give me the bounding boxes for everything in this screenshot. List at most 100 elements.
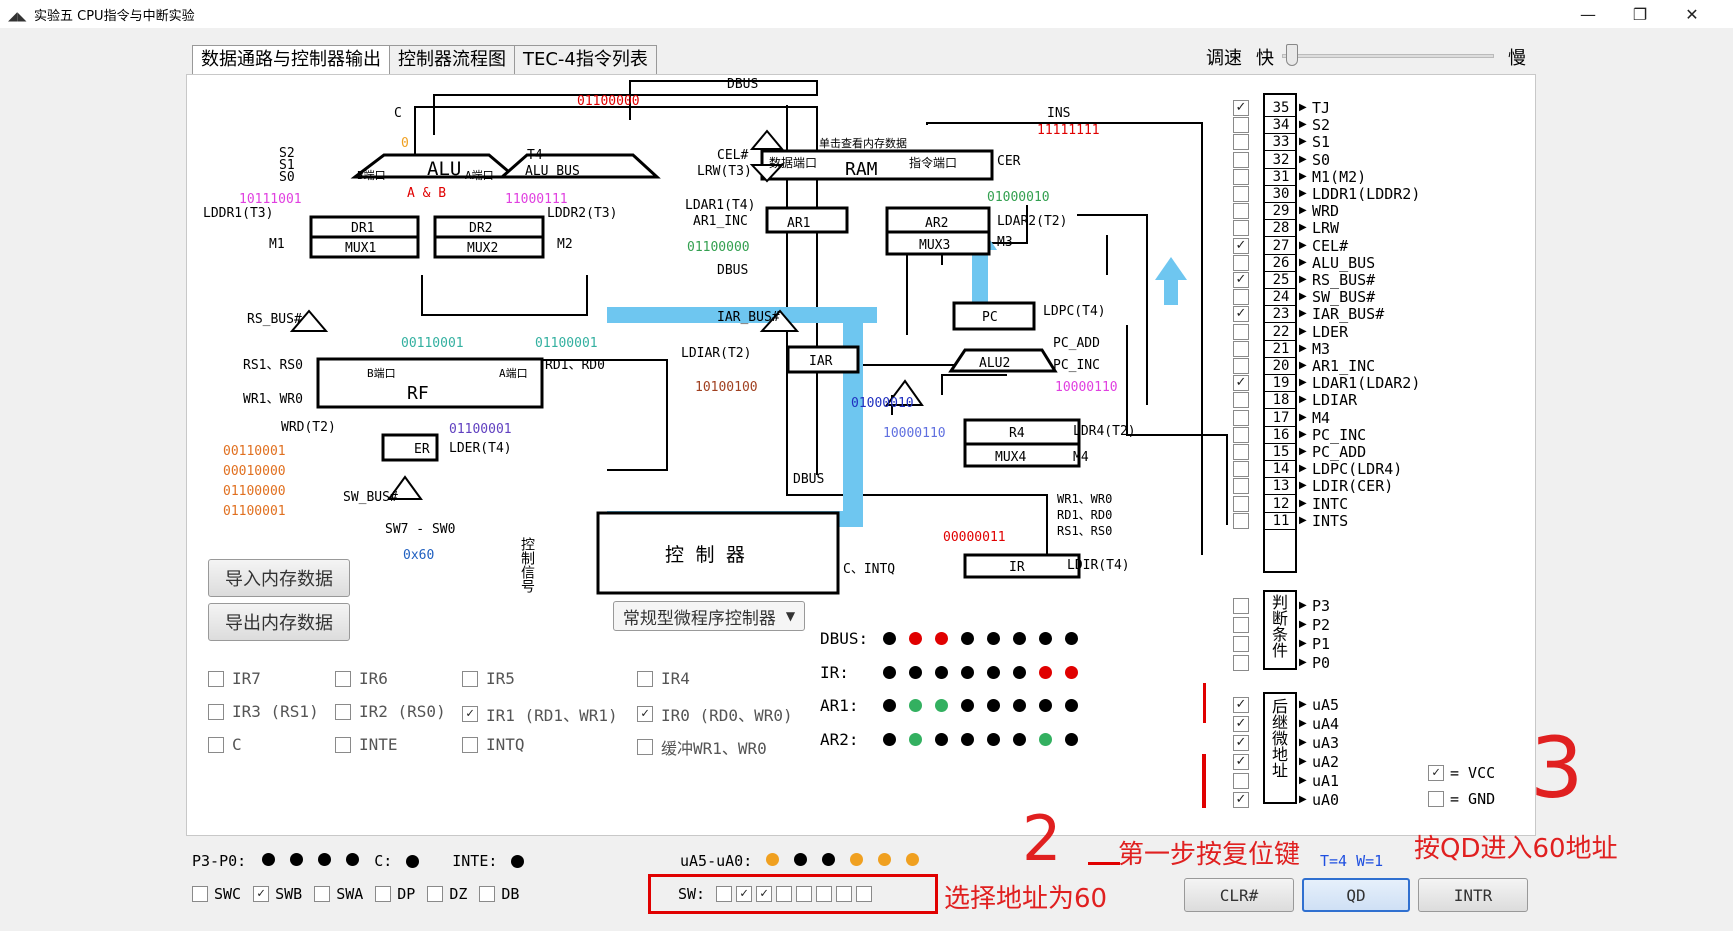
signal-checkbox[interactable]	[1233, 203, 1249, 220]
ir-bit-option[interactable]: ✓ IR0 (RD0、WR0)	[637, 702, 793, 726]
signal-checkbox[interactable]	[1233, 461, 1249, 478]
cond-checkbox[interactable]	[1233, 655, 1249, 671]
ir-bit-checkbox[interactable]	[208, 736, 224, 753]
sw-bit-checkbox[interactable]	[776, 886, 793, 902]
minimize-button[interactable]: —	[1562, 0, 1614, 28]
next-addr-checkbox[interactable]	[1233, 773, 1249, 789]
clr-button[interactable]: CLR#	[1184, 878, 1294, 912]
signal-checkbox[interactable]	[1233, 151, 1249, 168]
import-memory-button[interactable]: 导入内存数据	[208, 559, 350, 597]
ir-bit-option[interactable]: C	[208, 735, 242, 754]
next-addr-checkbox[interactable]: ✓	[1233, 735, 1249, 751]
switch-option[interactable]: DZ	[427, 885, 467, 903]
slider-thumb[interactable]	[1286, 44, 1298, 66]
maximize-button[interactable]: ❐	[1614, 0, 1666, 28]
switch-checkbox[interactable]	[314, 886, 331, 902]
ir-bit-checkbox[interactable]	[335, 703, 351, 720]
ir-bit-checkbox[interactable]	[208, 703, 224, 720]
signal-checkbox[interactable]: ✓	[1233, 237, 1249, 254]
sw-bit-checkbox[interactable]: ✓	[756, 886, 773, 902]
ir-bit-option[interactable]: IR6	[335, 669, 388, 688]
ir-bit-option[interactable]: ✓ IR1 (RD1、WR1)	[462, 702, 618, 726]
tab-instructions[interactable]: TEC-4指令列表	[514, 45, 657, 75]
sw-bit-checkbox[interactable]	[796, 886, 813, 902]
sw-bit-checkbox[interactable]	[836, 886, 853, 902]
ir-bit-checkbox[interactable]	[462, 670, 478, 687]
signal-checkbox[interactable]	[1233, 478, 1249, 495]
signal-checkbox[interactable]	[1233, 444, 1249, 460]
signal-checkbox[interactable]	[1233, 426, 1249, 443]
ir-bit-option[interactable]: 缓冲WR1、WR0	[637, 735, 767, 759]
switch-option[interactable]: ✓ SWB	[253, 885, 302, 903]
switch-option[interactable]: DB	[479, 885, 519, 903]
signal-checkbox[interactable]	[1233, 392, 1249, 409]
qd-button[interactable]: QD	[1302, 878, 1410, 912]
switch-option[interactable]: DP	[375, 885, 415, 903]
ir-bit-option[interactable]: IR4	[637, 669, 690, 688]
ir-bit-option[interactable]: IR2 (RS0)	[335, 702, 446, 721]
next-addr-checkbox[interactable]: ✓	[1233, 754, 1249, 770]
tab-datapath[interactable]: 数据通路与控制器输出	[192, 45, 390, 76]
signal-checkbox[interactable]	[1233, 340, 1249, 357]
ram-click-hint[interactable]: 单击查看内存数据	[819, 136, 907, 150]
ir-bit-option[interactable]: INTQ	[462, 735, 525, 754]
switch-checkbox[interactable]: ✓	[253, 886, 270, 902]
ir-bit-checkbox[interactable]	[637, 739, 653, 755]
cond-checkbox[interactable]	[1233, 598, 1249, 614]
ir-bit-option[interactable]: IR5	[462, 669, 515, 688]
switch-option[interactable]: SWA	[314, 885, 363, 903]
signal-checkbox[interactable]	[1233, 409, 1249, 426]
cond-checkbox[interactable]	[1233, 617, 1249, 633]
signal-checkbox[interactable]	[1233, 134, 1249, 151]
ir-bit-checkbox[interactable]	[335, 670, 351, 687]
switch-option[interactable]: SWC	[192, 885, 241, 903]
vcc-option[interactable]: ✓ = VCC	[1428, 764, 1495, 782]
ir-bit-checkbox[interactable]: ✓	[462, 706, 478, 722]
signal-checkbox[interactable]: ✓	[1233, 306, 1249, 323]
close-button[interactable]: ✕	[1666, 0, 1718, 28]
signal-checkbox[interactable]: ✓	[1233, 100, 1249, 116]
p-led	[318, 853, 332, 866]
signal-name: INTS	[1312, 511, 1349, 530]
ir-bit-option[interactable]: IR3 (RS1)	[208, 702, 319, 721]
sw-bit-checkbox[interactable]	[716, 886, 733, 902]
switch-checkbox[interactable]	[479, 886, 496, 902]
next-addr-checkbox[interactable]: ✓	[1233, 716, 1249, 732]
next-addr-checkbox[interactable]: ✓	[1233, 697, 1249, 713]
signal-checkbox[interactable]	[1233, 358, 1249, 374]
signal-checkbox[interactable]	[1233, 220, 1249, 237]
sw-bit-checkbox[interactable]	[816, 886, 833, 902]
signal-checkbox[interactable]	[1233, 186, 1249, 202]
signal-checkbox[interactable]: ✓	[1233, 375, 1249, 392]
signal-checkbox[interactable]	[1233, 495, 1249, 512]
ir-bit-checkbox[interactable]: ✓	[637, 706, 653, 722]
signal-checkbox[interactable]	[1233, 168, 1249, 185]
cond-checkbox[interactable]	[1233, 636, 1249, 652]
ir-bit-checkbox[interactable]	[462, 736, 478, 753]
signal-checkbox[interactable]	[1233, 512, 1249, 529]
export-memory-button[interactable]: 导出内存数据	[208, 603, 350, 641]
sw-bit-checkbox[interactable]	[856, 886, 873, 902]
vcc-checkbox[interactable]: ✓	[1428, 765, 1444, 781]
ir-bit-option[interactable]: IR7	[208, 669, 261, 688]
ir-bit-checkbox[interactable]	[637, 670, 653, 687]
signal-checkbox[interactable]	[1233, 117, 1249, 134]
intr-button[interactable]: INTR	[1418, 878, 1528, 912]
gnd-checkbox[interactable]	[1428, 791, 1444, 807]
signal-checkbox[interactable]	[1233, 289, 1249, 306]
next-addr-checkbox[interactable]: ✓	[1233, 792, 1249, 808]
switch-checkbox[interactable]	[192, 886, 208, 902]
sw-bit-checkbox[interactable]: ✓	[736, 886, 753, 902]
tab-flowchart[interactable]: 控制器流程图	[389, 45, 515, 75]
controller-select[interactable]: 常规型微程序控制器 ▼	[613, 601, 805, 631]
switch-checkbox[interactable]	[375, 886, 392, 902]
signal-checkbox[interactable]: ✓	[1233, 272, 1249, 288]
ir-bit-checkbox[interactable]	[335, 736, 351, 753]
switch-checkbox[interactable]	[427, 886, 444, 902]
signal-checkbox[interactable]	[1233, 323, 1249, 340]
speed-slider[interactable]	[1282, 44, 1494, 68]
ir-bit-option[interactable]: INTE	[335, 735, 398, 754]
gnd-option[interactable]: = GND	[1428, 790, 1495, 808]
signal-checkbox[interactable]	[1233, 254, 1249, 271]
ir-bit-checkbox[interactable]	[208, 670, 224, 687]
